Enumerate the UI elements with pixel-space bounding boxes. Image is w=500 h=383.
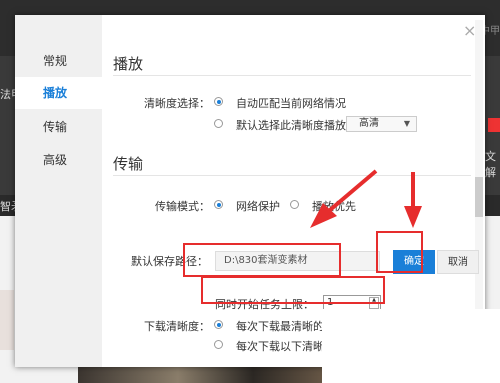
annotation-arrows xyxy=(310,169,422,228)
arrow-right-head xyxy=(404,206,422,228)
arrow-left-shaft xyxy=(328,169,378,212)
